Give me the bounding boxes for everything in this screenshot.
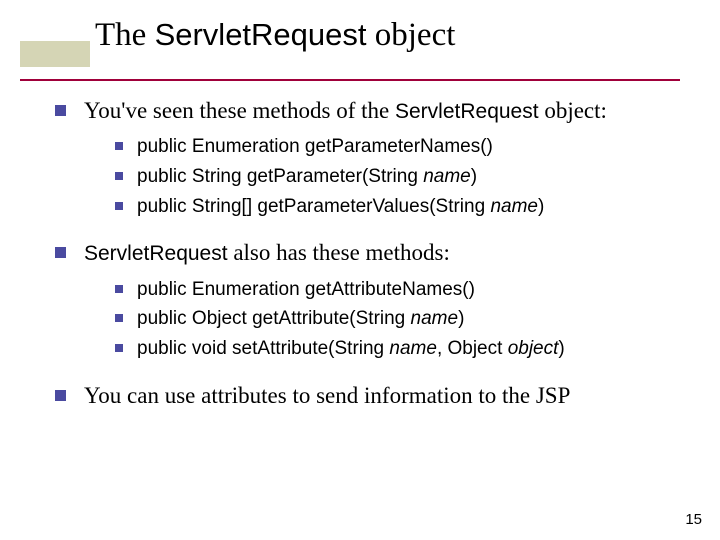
- square-bullet-icon: [115, 314, 123, 322]
- body-text: object:: [539, 98, 607, 123]
- square-bullet-icon: [115, 172, 123, 180]
- sub-list-item-content: public String[] getParameterValues(Strin…: [137, 194, 690, 220]
- sub-list-item: public Enumeration getAttributeNames(): [115, 277, 690, 303]
- slide: The ServletRequest object You've seen th…: [0, 0, 720, 540]
- sub-list-item: public Object getAttribute(String name): [115, 306, 690, 332]
- sub-list: public Enumeration getParameterNames() pu…: [115, 134, 690, 219]
- square-bullet-icon: [115, 142, 123, 150]
- list-item-content: You've seen these methods of the Servlet…: [84, 95, 690, 126]
- sub-list-item: public void setAttribute(String name, Ob…: [115, 336, 690, 362]
- sub-list-item-content: public Enumeration getParameterNames(): [137, 134, 690, 160]
- sub-list-item: public String getParameter(String name): [115, 164, 690, 190]
- code-text: ): [471, 166, 477, 187]
- sub-list-item-content: public Object getAttribute(String name): [137, 306, 690, 332]
- code-param: name: [423, 166, 471, 187]
- sub-list-item-content: public String getParameter(String name): [137, 164, 690, 190]
- list-item-content: You can use attributes to send informati…: [84, 380, 690, 411]
- list-item: ServletRequest also has these methods:: [55, 237, 690, 268]
- code-text: public Enumeration getParameterNames(): [137, 136, 493, 157]
- code-text: , Object: [437, 338, 508, 359]
- sub-list: public Enumeration getAttributeNames() pu…: [115, 277, 690, 362]
- sub-list-item: public Enumeration getParameterNames(): [115, 134, 690, 160]
- title-area: The ServletRequest object: [0, 16, 720, 56]
- square-bullet-icon: [115, 344, 123, 352]
- title-text-post: object: [367, 17, 456, 53]
- slide-title: The ServletRequest object: [95, 16, 720, 56]
- code-param: object: [508, 338, 559, 359]
- list-item: You've seen these methods of the Servlet…: [55, 95, 690, 126]
- code-text: ): [458, 308, 464, 329]
- square-bullet-icon: [115, 202, 123, 210]
- title-accent-box: [20, 41, 90, 67]
- code-param: name: [389, 338, 437, 359]
- body-text: also has these methods:: [228, 240, 450, 265]
- code-text: ServletRequest: [395, 100, 539, 123]
- code-text: ): [558, 338, 564, 359]
- square-bullet-icon: [55, 105, 66, 116]
- code-text: ServletRequest: [84, 242, 228, 265]
- sub-list-item: public String[] getParameterValues(Strin…: [115, 194, 690, 220]
- code-param: name: [411, 308, 459, 329]
- code-text: public Object getAttribute(String: [137, 308, 411, 329]
- sub-list-item-content: public void setAttribute(String name, Ob…: [137, 336, 690, 362]
- code-text: public Enumeration getAttributeNames(): [137, 279, 475, 300]
- square-bullet-icon: [55, 390, 66, 401]
- square-bullet-icon: [55, 247, 66, 258]
- title-underline: [20, 79, 680, 81]
- sub-list-item-content: public Enumeration getAttributeNames(): [137, 277, 690, 303]
- code-text: public String[] getParameterValues(Strin…: [137, 196, 490, 217]
- square-bullet-icon: [115, 285, 123, 293]
- body-text: You've seen these methods of the: [84, 98, 395, 123]
- code-text: public String getParameter(String: [137, 166, 423, 187]
- page-number: 15: [685, 511, 702, 528]
- code-text: ): [538, 196, 544, 217]
- code-param: name: [490, 196, 538, 217]
- code-text: public void setAttribute(String: [137, 338, 389, 359]
- title-text-pre: The: [95, 17, 155, 53]
- body-text: You can use attributes to send informati…: [84, 383, 570, 408]
- body-content: You've seen these methods of the Servlet…: [55, 95, 690, 417]
- list-item: You can use attributes to send informati…: [55, 380, 690, 411]
- list-item-content: ServletRequest also has these methods:: [84, 237, 690, 268]
- title-text-code: ServletRequest: [155, 17, 367, 52]
